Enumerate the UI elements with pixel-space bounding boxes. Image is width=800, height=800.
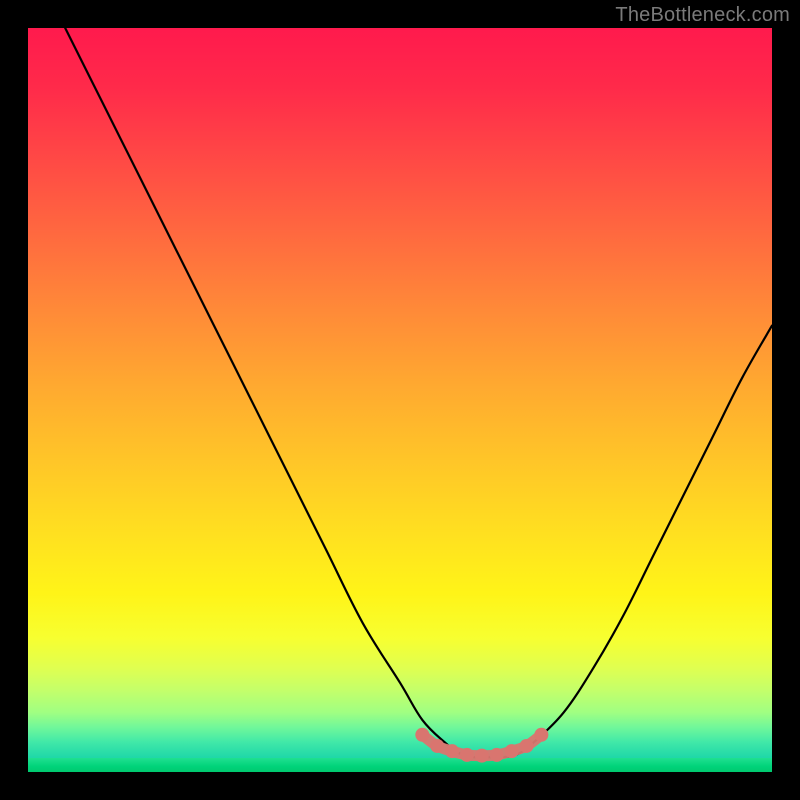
attribution-label: TheBottleneck.com xyxy=(615,4,790,27)
bottleneck-curve xyxy=(65,28,772,757)
optimal-marker-dot xyxy=(505,744,519,758)
curve-layer xyxy=(28,28,772,772)
optimal-marker-dot xyxy=(475,749,489,763)
plot-area xyxy=(28,28,772,772)
optimal-marker-dot xyxy=(519,739,533,753)
optimal-marker-dot xyxy=(430,739,444,753)
optimal-marker-dot xyxy=(490,748,504,762)
optimal-marker-dot xyxy=(445,744,459,758)
optimal-marker-dot xyxy=(415,728,429,742)
optimal-marker-dot xyxy=(460,748,474,762)
chart-stage: TheBottleneck.com xyxy=(0,0,800,800)
bottleneck-curve-path xyxy=(65,28,772,757)
optimal-marker-dot xyxy=(534,728,548,742)
